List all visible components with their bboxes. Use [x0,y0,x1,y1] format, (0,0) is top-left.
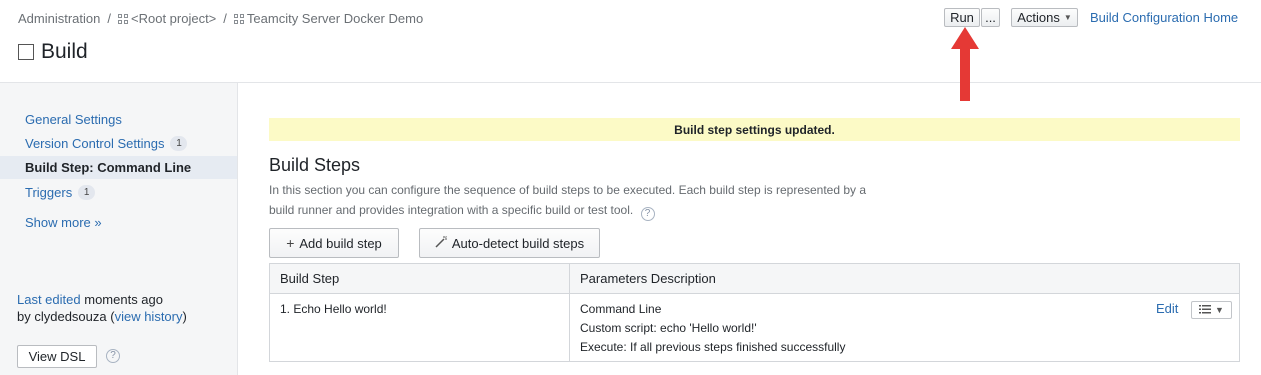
actions-label: Actions [1017,10,1060,25]
build-configuration-home-link[interactable]: Build Configuration Home [1090,10,1238,25]
sidebar-item-general-settings[interactable]: General Settings [25,112,122,127]
breadcrumb-separator: / [223,11,227,26]
breadcrumb-root-project[interactable]: <Root project> [131,11,216,26]
sidebar-item-triggers[interactable]: Triggers 1 [25,185,96,200]
list-icon [1199,304,1212,316]
build-step-name[interactable]: 1. Echo Hello world! [280,300,387,319]
count-badge: 1 [78,185,96,200]
param-runner: Command Line [580,302,662,316]
page-title: Build [18,40,88,64]
actions-dropdown[interactable]: Actions ▼ [1011,8,1078,27]
last-edited-info: Last edited moments ago by clydedsouza (… [17,292,187,324]
sidebar: General Settings Version Control Setting… [0,83,238,375]
sidebar-item-label: Build Step: Command Line [25,160,192,175]
column-divider [569,264,570,361]
sidebar-item-label: Version Control Settings [25,136,165,151]
success-banner: Build step settings updated. [269,118,1240,141]
page-header: Administration / <Root project> / Teamci… [0,0,1261,83]
view-dsl-button[interactable]: View DSL [17,345,97,368]
table-header: Build Step Parameters Description [270,264,1239,294]
breadcrumb-separator: / [107,11,111,26]
view-history-link[interactable]: view history [115,309,183,324]
last-edited-link[interactable]: Last edited [17,292,81,307]
build-config-icon [18,44,34,60]
breadcrumb-project[interactable]: Teamcity Server Docker Demo [247,11,423,26]
project-icon [118,13,128,24]
breadcrumb-administration[interactable]: Administration [18,11,100,26]
run-button[interactable]: Run [944,8,980,27]
magic-wand-icon [435,235,447,251]
sidebar-item-label: Triggers [25,185,73,200]
page-title-text: Build [41,40,88,63]
build-steps-table: Build Step Parameters Description 1. Ech… [269,263,1240,362]
chevron-down-icon: ▼ [1215,305,1224,315]
column-header-build-step: Build Step [280,271,340,286]
help-icon[interactable]: ? [640,207,655,221]
section-title: Build Steps [269,155,361,175]
sidebar-item-label: General Settings [25,112,122,127]
add-build-step-label: Add build step [299,235,382,251]
auto-detect-build-steps-button[interactable]: Auto-detect build steps [419,228,600,258]
help-icon[interactable]: ? [106,349,120,363]
step-menu-button[interactable]: ▼ [1191,301,1232,319]
column-header-parameters: Parameters Description [580,271,716,286]
show-more-link[interactable]: Show more » [25,215,102,230]
breadcrumb: Administration / <Root project> / Teamci… [18,11,423,26]
red-arrow-annotation [951,27,979,101]
sidebar-item-build-step[interactable]: Build Step: Command Line [0,156,237,179]
project-icon [233,13,244,24]
param-execute: Execute: If all previous steps finished … [580,340,846,354]
plus-icon: + [286,235,295,251]
param-custom-script: Custom script: echo 'Hello world!' [580,321,757,335]
edited-by: by clydedsouza [17,309,107,324]
chevron-down-icon: ▼ [1063,13,1072,22]
add-build-step-button[interactable]: + Add build step [269,228,399,258]
count-badge: 1 [170,136,188,151]
run-options-button[interactable]: ... [981,8,1000,27]
edit-step-link[interactable]: Edit [1156,301,1178,316]
last-edited-time: moments ago [84,292,163,307]
sidebar-item-version-control[interactable]: Version Control Settings 1 [25,136,188,151]
section-description: In this section you can configure the se… [269,180,889,221]
auto-detect-label: Auto-detect build steps [451,235,585,251]
section-description-text: In this section you can configure the se… [269,183,867,217]
